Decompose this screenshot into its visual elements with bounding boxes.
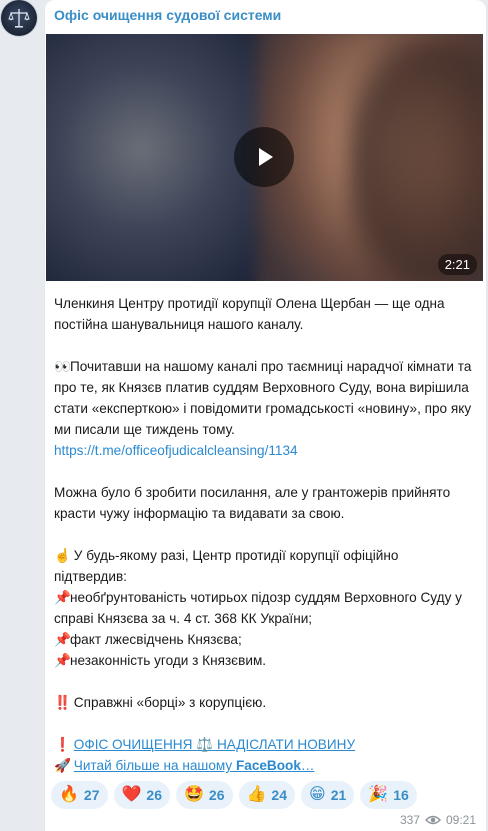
facebook-link-text: Читай більше на нашому — [73, 758, 236, 773]
message-meta: 337 09:21 — [400, 813, 476, 827]
reaction-count: 16 — [393, 787, 409, 803]
video-blur-detail — [346, 34, 483, 281]
cta-facebook: 🚀 Читай більше на нашому FaceBook… — [54, 755, 474, 776]
facebook-link-ellipsis: … — [300, 758, 315, 773]
pushpin-emoji: 📌 — [54, 653, 71, 668]
bullet-item: 📌незаконність угоди з Князєвим. — [54, 650, 474, 671]
facebook-link[interactable]: Читай більше на нашому FaceBook… — [74, 758, 315, 773]
bullet-text: факт лжесвідчень Князєва; — [70, 632, 242, 647]
video-thumbnail[interactable]: 2:21 — [46, 34, 483, 281]
reaction-count: 26 — [208, 787, 225, 803]
message-time: 09:21 — [445, 813, 476, 827]
bullet-text: необґрунтованість чотирьох підозр суддям… — [54, 590, 462, 626]
bullet-item: 📌необґрунтованість чотирьох підозр суддя… — [54, 587, 474, 629]
grin-emoji: 😁 — [309, 786, 326, 803]
reaction-count: 21 — [330, 787, 347, 803]
reaction-star-struck[interactable]: 🤩 26 — [176, 781, 233, 809]
party-popper-emoji: 🎉 — [368, 786, 389, 803]
bullet-item: 📌факт лжесвідчень Князєва; — [54, 629, 474, 650]
reaction-fire[interactable]: 🔥 27 — [51, 781, 108, 809]
exclamation-emoji: ❗️ — [54, 737, 71, 752]
reaction-count: 24 — [271, 787, 287, 803]
reaction-count: 27 — [83, 787, 100, 803]
facebook-link-bold: FaceBook — [235, 758, 301, 773]
reaction-grin[interactable]: 😁 21 — [301, 781, 355, 809]
eyes-emoji: 👀 — [54, 359, 71, 374]
reaction-party[interactable]: 🎉 16 — [360, 781, 417, 809]
paragraph-fighters-text: Справжні «борці» з корупцією. — [73, 695, 267, 710]
paragraph-grants: Можна було б зробити посилання, але у гр… — [54, 485, 451, 521]
pointing-up-emoji: ☝️ — [54, 548, 71, 563]
channel-avatar[interactable] — [1, 0, 37, 36]
pushpin-emoji: 📌 — [54, 632, 71, 647]
rocket-emoji: 🚀 — [54, 758, 71, 773]
heart-emoji: ❤️ — [121, 786, 142, 803]
cta-submit-news: ❗️ ОФІС ОЧИЩЕННЯ ⚖️ НАДІСЛАТИ НОВИНУ — [54, 734, 474, 755]
submit-news-link-part2: НАДІСЛАТИ НОВИНУ — [216, 737, 356, 752]
post-text: Членкиня Центру протидії корупції Олена … — [54, 293, 474, 776]
submit-news-link[interactable]: ОФІС ОЧИЩЕННЯ ⚖️ НАДІСЛАТИ НОВИНУ — [74, 737, 355, 752]
reaction-count: 26 — [146, 787, 162, 803]
scales-emoji: ⚖️ — [196, 737, 214, 752]
paragraph-intro: Членкиня Центру протидії корупції Олена … — [54, 296, 445, 332]
view-count: 337 — [399, 813, 420, 827]
message-bubble: Офіс очищення судової системи 2:21 Членк… — [45, 0, 486, 831]
reaction-thumbs-up[interactable]: 👍 24 — [238, 781, 295, 809]
eye-icon — [424, 815, 441, 825]
play-button[interactable] — [234, 127, 294, 187]
paragraph-confirmed-text: У будь-якому разі, Центр протидії корупц… — [54, 548, 399, 584]
thumbs-up-emoji: 👍 — [246, 786, 267, 803]
paragraph-confirmed: ☝️ У будь-якому разі, Центр протидії кор… — [54, 545, 474, 587]
scales-of-justice-icon — [8, 9, 30, 28]
video-duration: 2:21 — [437, 254, 477, 275]
post-link[interactable]: https://t.me/officeofjudicalcleansing/11… — [54, 443, 298, 458]
play-icon — [259, 148, 273, 166]
bullet-text: незаконність угоди з Князєвим. — [70, 653, 267, 668]
channel-name[interactable]: Офіс очищення судової системи — [54, 7, 281, 23]
fire-emoji: 🔥 — [59, 786, 79, 803]
submit-news-link-part1: ОФІС ОЧИЩЕННЯ — [73, 737, 193, 752]
double-exclamation-emoji: ‼️ — [54, 695, 71, 710]
reaction-heart[interactable]: ❤️ 26 — [113, 781, 170, 809]
paragraph-story: 👀Почитавши на нашому каналі про таємниці… — [54, 356, 474, 461]
star-struck-emoji: 🤩 — [184, 786, 204, 803]
paragraph-fighters: ‼️ Справжні «борці» з корупцією. — [54, 692, 474, 713]
pushpin-emoji: 📌 — [54, 590, 71, 605]
paragraph-story-text: Почитавши на нашому каналі про таємниці … — [54, 359, 472, 437]
reactions-bar: 🔥 27 ❤️ 26 🤩 26 👍 24 😁 21 🎉 16 — [51, 781, 417, 809]
